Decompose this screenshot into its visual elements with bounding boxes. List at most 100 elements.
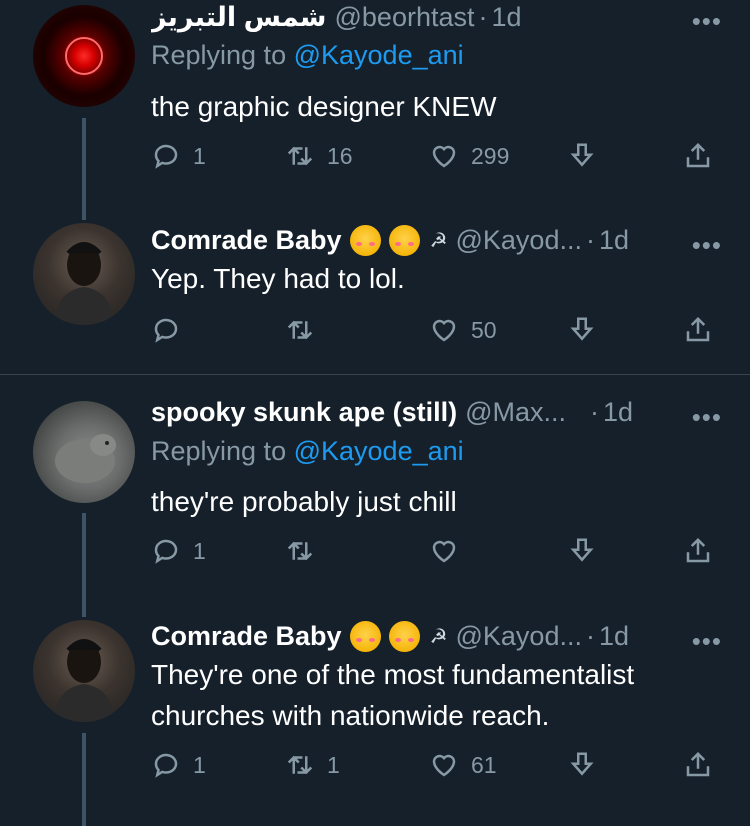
- download-icon: [570, 538, 594, 562]
- thread-line: [82, 118, 86, 198]
- handle[interactable]: @Kayod...: [456, 621, 582, 652]
- separator-dot: ·: [585, 620, 595, 651]
- download-icon: [570, 317, 594, 341]
- retweet-button[interactable]: [285, 533, 327, 569]
- action-bar: 1 16 299: [151, 138, 721, 174]
- like-icon: [432, 540, 456, 563]
- action-bar: 1: [151, 533, 721, 569]
- reply-button[interactable]: 1: [151, 533, 206, 569]
- action-bar: 1 1 61: [151, 747, 721, 783]
- smiling-face-with-hearts-icon: [349, 224, 381, 256]
- replying-to: Replying to @Kayode_ani: [151, 436, 464, 467]
- avatar[interactable]: [33, 620, 135, 722]
- timestamp[interactable]: 1d: [491, 2, 521, 33]
- tweet-4[interactable]: Comrade Baby ☭ @Kayod... · 1d ••• They'r…: [0, 593, 750, 826]
- replying-to: Replying to @Kayode_ani: [151, 40, 464, 71]
- share-button[interactable]: [683, 747, 713, 783]
- avatar[interactable]: [33, 401, 135, 503]
- tweet-text: They're one of the most fundamentalist c…: [151, 659, 635, 731]
- retweet-icon: [287, 320, 313, 340]
- retweet-button[interactable]: 16: [285, 138, 353, 174]
- action-bar: 50: [151, 312, 721, 348]
- reply-button[interactable]: 1: [151, 747, 206, 783]
- mention-link[interactable]: @Kayode_ani: [294, 40, 464, 70]
- smiling-face-with-hearts-icon: [388, 224, 420, 256]
- retweet-count: 16: [327, 142, 353, 169]
- smiling-face-with-hearts-icon: [388, 620, 420, 652]
- reply-icon: [154, 144, 178, 169]
- replying-to-label: Replying to: [151, 436, 287, 466]
- more-options-icon[interactable]: •••: [692, 404, 722, 430]
- share-button[interactable]: [683, 533, 713, 569]
- timestamp[interactable]: 1d: [603, 397, 633, 428]
- red-orb-icon: [65, 37, 103, 75]
- tweet-text: they're probably just chill: [151, 486, 457, 517]
- tweet-header: Comrade Baby ☭ @Kayod... · 1d: [151, 220, 710, 260]
- retweet-icon: [287, 541, 313, 561]
- like-button[interactable]: 50: [429, 312, 497, 348]
- separator-dot: ·: [585, 224, 595, 255]
- hammer-sickle-icon: ☭: [429, 229, 448, 252]
- retweet-icon: [287, 146, 313, 166]
- display-name[interactable]: spooky skunk ape (still): [151, 397, 457, 428]
- reply-icon: [154, 318, 178, 343]
- avatar[interactable]: [33, 223, 135, 325]
- tweet-header: spooky skunk ape (still) @Max... · 1d: [151, 392, 710, 432]
- like-button[interactable]: 299: [429, 138, 509, 174]
- tweet-1[interactable]: شمس التبريز @beorhtast · 1d ••• Replying…: [0, 0, 750, 198]
- more-options-icon[interactable]: •••: [692, 8, 722, 34]
- reply-count: 1: [193, 537, 206, 564]
- display-name[interactable]: شمس التبريز: [151, 2, 327, 33]
- tweet-header: Comrade Baby ☭ @Kayod... · 1d: [151, 616, 710, 656]
- like-icon: [432, 754, 456, 777]
- share-button[interactable]: [683, 312, 713, 348]
- avatar[interactable]: [33, 5, 135, 107]
- download-button[interactable]: [567, 138, 597, 174]
- reply-icon: [154, 753, 178, 778]
- timestamp[interactable]: 1d: [599, 621, 629, 652]
- handle[interactable]: @beorhtast: [335, 2, 475, 33]
- retweet-icon: [287, 755, 313, 775]
- tweet-text: the graphic designer KNEW: [151, 91, 497, 122]
- thread-line: [82, 593, 86, 617]
- thread-line: [82, 196, 86, 220]
- like-count: 50: [471, 316, 497, 343]
- download-button[interactable]: [567, 747, 597, 783]
- timestamp[interactable]: 1d: [599, 225, 629, 256]
- tweet-2[interactable]: Comrade Baby ☭ @Kayod... · 1d ••• Yep. T…: [0, 196, 750, 374]
- tweet-3[interactable]: spooky skunk ape (still) @Max... · 1d ••…: [0, 375, 750, 595]
- share-icon: [686, 751, 710, 777]
- like-button[interactable]: [429, 533, 471, 569]
- squirrel-avatar-icon: [55, 434, 116, 483]
- share-button[interactable]: [683, 138, 713, 174]
- download-icon: [570, 752, 594, 776]
- retweet-button[interactable]: [285, 312, 327, 348]
- share-icon: [686, 537, 710, 563]
- separator-dot: ·: [590, 396, 600, 427]
- handle[interactable]: @Kayod...: [456, 225, 582, 256]
- thread-line: [82, 513, 86, 595]
- mention-link[interactable]: @Kayode_ani: [294, 436, 464, 466]
- display-name[interactable]: Comrade Baby: [151, 621, 342, 652]
- display-name[interactable]: Comrade Baby: [151, 225, 342, 256]
- reply-count: 1: [193, 751, 206, 778]
- retweet-button[interactable]: 1: [285, 747, 340, 783]
- like-button[interactable]: 61: [429, 747, 497, 783]
- tweet-header: شمس التبريز @beorhtast · 1d: [151, 0, 710, 37]
- more-options-icon[interactable]: •••: [692, 232, 722, 258]
- handle[interactable]: @Max...: [465, 397, 566, 428]
- share-icon: [686, 142, 710, 168]
- tweet-text: Yep. They had to lol.: [151, 263, 405, 294]
- reply-count: 1: [193, 142, 206, 169]
- thread-line: [82, 733, 86, 826]
- reply-button[interactable]: [151, 312, 193, 348]
- more-options-icon[interactable]: •••: [692, 628, 722, 654]
- download-button[interactable]: [567, 312, 597, 348]
- download-button[interactable]: [567, 533, 597, 569]
- download-icon: [570, 143, 594, 167]
- like-icon: [432, 145, 456, 168]
- reply-button[interactable]: 1: [151, 138, 206, 174]
- replying-to-label: Replying to: [151, 40, 287, 70]
- like-count: 61: [471, 751, 497, 778]
- separator-dot: ·: [478, 1, 488, 32]
